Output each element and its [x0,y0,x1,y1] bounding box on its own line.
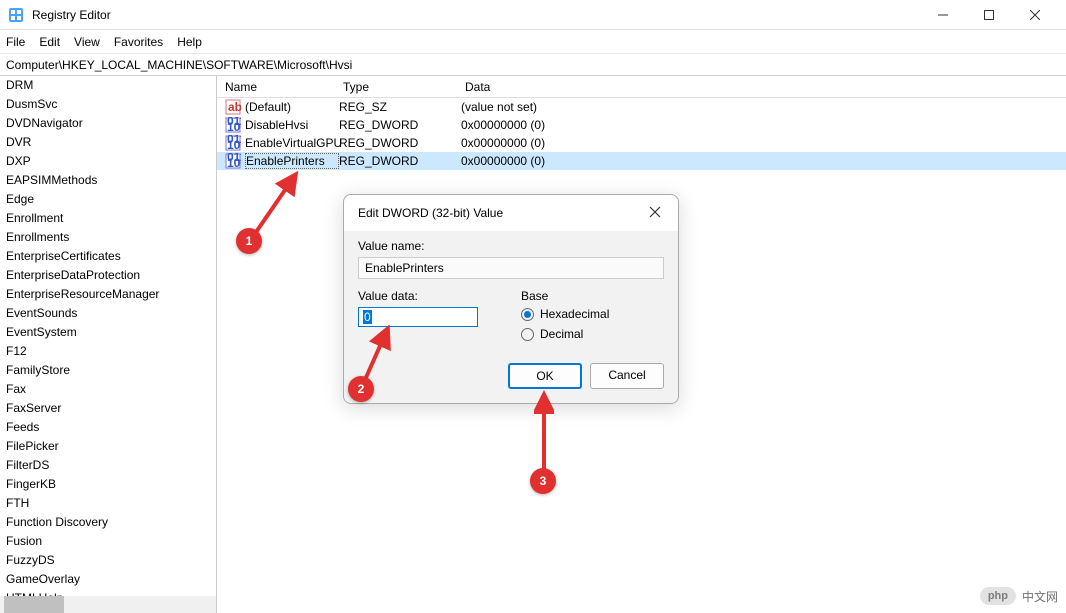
menubar: File Edit View Favorites Help [0,30,1066,54]
tree-item[interactable]: Enrollment [0,209,216,228]
tree-item[interactable]: EventSystem [0,323,216,342]
maximize-button[interactable] [966,0,1012,30]
svg-text:1001: 1001 [227,138,241,151]
value-type: REG_DWORD [339,118,461,132]
svg-text:1001: 1001 [227,156,241,169]
window-buttons [920,0,1058,30]
radio-hexadecimal[interactable]: Hexadecimal [521,307,664,321]
ok-button[interactable]: OK [508,363,582,389]
value-data: 0x00000000 (0) [461,136,1066,150]
annotation-2: 2 [348,376,374,402]
annotation-1: 1 [236,228,262,254]
regedit-icon [8,7,24,23]
minimize-button[interactable] [920,0,966,30]
menu-favorites[interactable]: Favorites [114,35,163,49]
list-view[interactable]: Name Type Data ab (Default)REG_SZ(value n… [217,76,1066,613]
tree-item[interactable]: DRM [0,76,216,95]
value-data-input[interactable]: 0 [358,307,478,327]
tree-item[interactable]: DVR [0,133,216,152]
value-data-label: Value data: [358,289,501,303]
tree-item[interactable]: FTH [0,494,216,513]
tree-item[interactable]: FamilyStore [0,361,216,380]
list-row[interactable]: ab (Default)REG_SZ(value not set) [217,98,1066,116]
tree-item[interactable]: FingerKB [0,475,216,494]
tree-item[interactable]: FuzzyDS [0,551,216,570]
list-row[interactable]: 01101001EnablePrintersREG_DWORD0x0000000… [217,152,1066,170]
annotation-3: 3 [530,468,556,494]
address-bar[interactable]: Computer\HKEY_LOCAL_MACHINE\SOFTWARE\Mic… [0,54,1066,76]
window-title: Registry Editor [32,8,920,22]
list-row[interactable]: 01101001 DisableHvsiREG_DWORD0x00000000 (… [217,116,1066,134]
tree-item[interactable]: FilePicker [0,437,216,456]
value-name: DisableHvsi [245,118,339,132]
close-button[interactable] [1012,0,1058,30]
tree-item[interactable]: FilterDS [0,456,216,475]
value-name-label: Value name: [358,239,664,253]
tree-item[interactable]: EnterpriseDataProtection [0,266,216,285]
tree-item[interactable]: EnterpriseCertificates [0,247,216,266]
list-header: Name Type Data [217,76,1066,98]
value-data: 0x00000000 (0) [461,154,1066,168]
value-type: REG_DWORD [339,136,461,150]
value-icon: ab [225,99,241,115]
radio-icon [521,328,534,341]
watermark: php 中文网 [980,587,1058,605]
col-name[interactable]: Name [217,80,335,94]
tree-item[interactable]: DXP [0,152,216,171]
tree-item[interactable]: Function Discovery [0,513,216,532]
edit-dword-dialog: Edit DWORD (32-bit) Value Value name: En… [343,194,679,404]
menu-edit[interactable]: Edit [39,35,60,49]
dialog-body: Value name: EnablePrinters Value data: 0… [344,231,678,403]
col-type[interactable]: Type [335,80,457,94]
dialog-buttons: OK Cancel [358,363,664,389]
watermark-logo: php [980,587,1016,605]
tree-item[interactable]: Edge [0,190,216,209]
value-type: REG_DWORD [339,154,461,168]
tree-item[interactable]: Fax [0,380,216,399]
value-name: EnablePrinters [245,153,339,169]
base-label: Base [521,289,664,303]
value-data: 0x00000000 (0) [461,118,1066,132]
dec-label: Decimal [540,327,583,341]
dialog-titlebar: Edit DWORD (32-bit) Value [344,195,678,231]
value-icon: 01101001 [225,117,241,133]
titlebar: Registry Editor [0,0,1066,30]
tree-item[interactable]: Enrollments [0,228,216,247]
horizontal-scrollbar[interactable] [0,596,216,613]
tree-item[interactable]: GameOverlay [0,570,216,589]
radio-decimal[interactable]: Decimal [521,327,664,341]
dialog-close-button[interactable] [648,205,664,221]
watermark-text: 中文网 [1022,588,1058,605]
value-name: EnableVirtualGPU [245,136,339,150]
tree-item[interactable]: DVDNavigator [0,114,216,133]
menu-view[interactable]: View [74,35,100,49]
tree-item[interactable]: DusmSvc [0,95,216,114]
menu-file[interactable]: File [6,35,25,49]
value-icon: 01101001 [225,135,241,151]
value-icon: 01101001 [225,153,241,169]
col-data[interactable]: Data [457,80,1066,94]
tree-item[interactable]: FaxServer [0,399,216,418]
cancel-button[interactable]: Cancel [590,363,664,389]
list-row[interactable]: 01101001 EnableVirtualGPUREG_DWORD0x00000… [217,134,1066,152]
value-type: REG_SZ [339,100,461,114]
value-data: (value not set) [461,100,1066,114]
value-name: (Default) [245,100,339,114]
svg-text:ab: ab [228,100,241,114]
tree-item[interactable]: EAPSIMMethods [0,171,216,190]
tree-item[interactable]: Feeds [0,418,216,437]
tree-view[interactable]: DRMDusmSvcDVDNavigatorDVRDXPEAPSIMMethod… [0,76,217,613]
dialog-title-text: Edit DWORD (32-bit) Value [358,206,648,220]
tree-item[interactable]: EventSounds [0,304,216,323]
tree-item[interactable]: F12 [0,342,216,361]
content-area: DRMDusmSvcDVDNavigatorDVRDXPEAPSIMMethod… [0,76,1066,613]
menu-help[interactable]: Help [177,35,202,49]
value-name-field[interactable]: EnablePrinters [358,257,664,279]
tree-item[interactable]: EnterpriseResourceManager [0,285,216,304]
svg-text:1001: 1001 [227,120,241,133]
tree-item[interactable]: Fusion [0,532,216,551]
radio-icon [521,308,534,321]
hex-label: Hexadecimal [540,307,609,321]
address-text: Computer\HKEY_LOCAL_MACHINE\SOFTWARE\Mic… [6,58,352,72]
